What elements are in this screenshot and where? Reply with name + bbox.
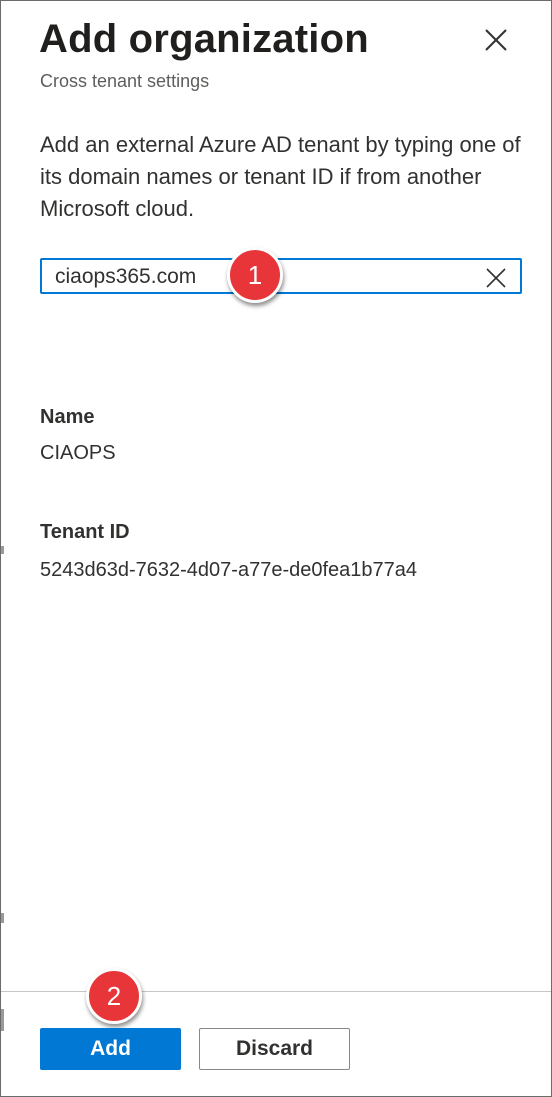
step-1-badge: 1 bbox=[227, 247, 283, 303]
add-organization-panel: Add organization Cross tenant settings A… bbox=[0, 0, 552, 1097]
clear-icon bbox=[486, 268, 506, 288]
panel-description: Add an external Azure AD tenant by typin… bbox=[40, 132, 521, 221]
discard-button[interactable]: Discard bbox=[199, 1028, 350, 1070]
footer-divider bbox=[1, 991, 551, 992]
add-button[interactable]: Add bbox=[40, 1028, 181, 1070]
tenant-id-label: Tenant ID bbox=[40, 521, 130, 543]
close-button[interactable] bbox=[481, 25, 511, 55]
step-2-badge: 2 bbox=[86, 968, 142, 1024]
edge-artifact bbox=[1, 546, 4, 554]
name-label: Name bbox=[40, 406, 95, 428]
edge-artifact bbox=[1, 913, 4, 923]
panel-subtitle: Cross tenant settings bbox=[40, 71, 210, 91]
edge-artifact bbox=[1, 1009, 4, 1031]
panel-title: Add organization bbox=[39, 17, 369, 61]
close-icon bbox=[485, 29, 507, 51]
clear-search-button[interactable] bbox=[484, 266, 508, 290]
tenant-id-value: 5243d63d-7632-4d07-a77e-de0fea1b77a4 bbox=[40, 559, 418, 581]
name-value: CIAOPS bbox=[40, 442, 116, 464]
